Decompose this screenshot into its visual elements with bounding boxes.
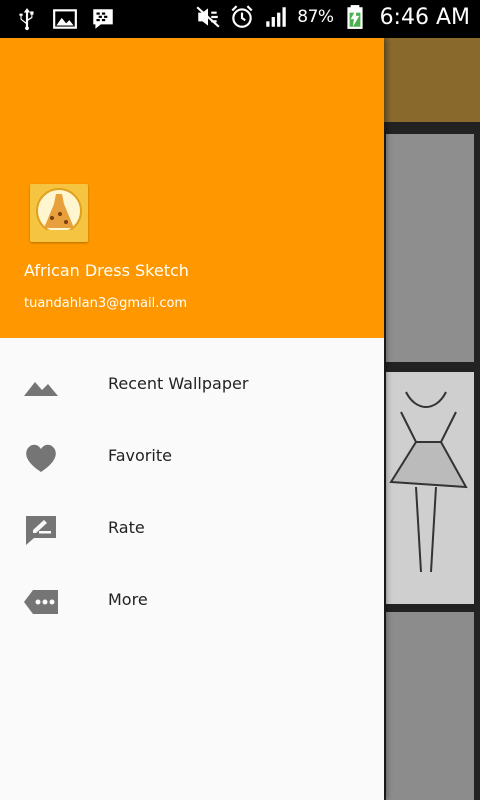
- more-tag-icon: [24, 590, 58, 614]
- drawer-header: African Dress Sketch tuandahlan3@gmail.c…: [0, 38, 384, 338]
- image-icon: [53, 9, 77, 29]
- signal-icon: [266, 7, 287, 27]
- dress-logo-icon: [30, 184, 88, 242]
- wallpaper-thumbnail[interactable]: [386, 612, 474, 800]
- menu-item-favorite[interactable]: Favorite: [0, 422, 384, 494]
- dress-sketch-image: [389, 391, 468, 573]
- status-bar: 87% 6:46 AM: [0, 0, 480, 38]
- menu-item-label: Favorite: [108, 446, 172, 465]
- rate-edit-icon: [26, 516, 56, 545]
- menu-item-more[interactable]: More: [0, 566, 384, 638]
- wallpaper-thumbnail[interactable]: [386, 134, 474, 362]
- mute-icon: [196, 6, 220, 28]
- bbm-icon: [93, 9, 113, 29]
- wallpaper-thumbnail[interactable]: [386, 372, 474, 604]
- app-name: African Dress Sketch: [24, 261, 189, 280]
- heart-icon: [26, 444, 56, 472]
- usb-icon: [19, 8, 34, 31]
- alarm-icon: [231, 5, 253, 28]
- mountains-icon: [24, 382, 58, 396]
- battery-charging-icon: [346, 5, 363, 29]
- account-email: tuandahlan3@gmail.com: [24, 296, 188, 311]
- menu-item-rate[interactable]: Rate: [0, 494, 384, 566]
- drawer-menu: Recent Wallpaper Favorite Rate More: [0, 350, 384, 638]
- menu-item-recent-wallpaper[interactable]: Recent Wallpaper: [0, 350, 384, 422]
- menu-item-label: Rate: [108, 518, 145, 537]
- menu-item-label: Recent Wallpaper: [108, 374, 249, 393]
- navigation-drawer: African Dress Sketch tuandahlan3@gmail.c…: [0, 38, 384, 800]
- battery-percent: 87%: [297, 7, 334, 27]
- clock: 6:46 AM: [379, 4, 470, 30]
- menu-item-label: More: [108, 590, 148, 609]
